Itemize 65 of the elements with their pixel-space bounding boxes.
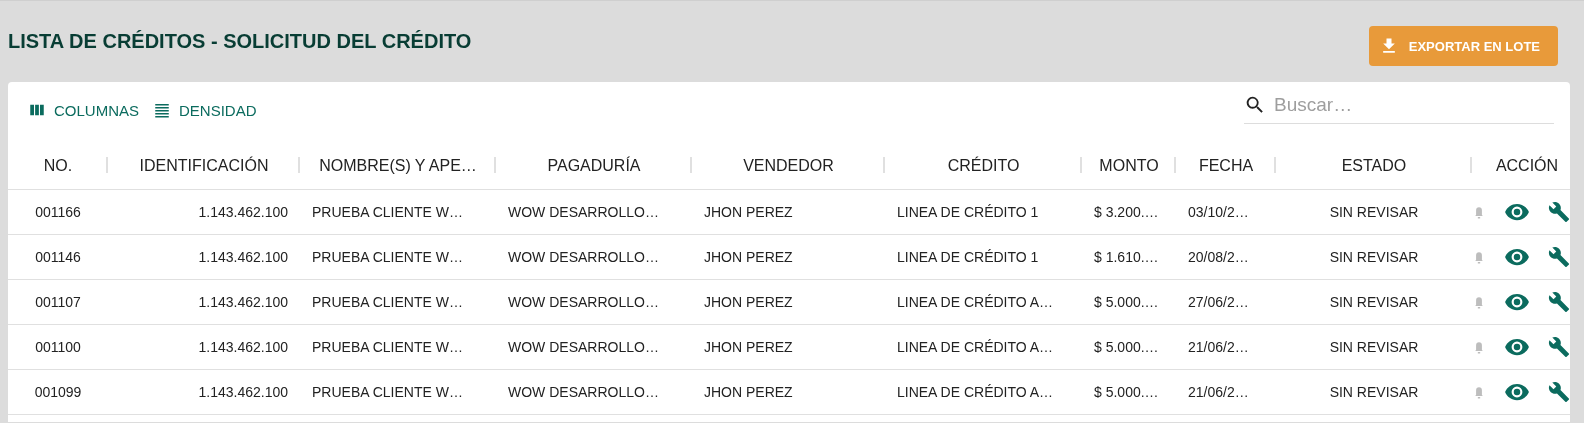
table-cell: LINEA DE CRÉDITO A… — [897, 339, 1054, 355]
table-cell: $ 5.000.… — [1094, 339, 1159, 355]
table-cell: 20/08/2… — [1188, 249, 1249, 265]
table-cell: PRUEBA CLIENTE W… — [312, 249, 463, 265]
density-button[interactable]: DENSIDAD — [149, 99, 261, 121]
table-cell: 27/06/2… — [1188, 294, 1249, 310]
table-cell: WOW DESARROLLO… — [508, 294, 659, 310]
table-cell: PRUEBA CLIENTE W… — [312, 294, 463, 310]
column-header[interactable]: NO. — [43, 156, 73, 175]
wrench-icon[interactable] — [1548, 201, 1570, 223]
table-cell: JHON PEREZ — [704, 294, 793, 310]
density-icon — [153, 101, 171, 119]
wrench-icon[interactable] — [1548, 246, 1570, 268]
table-cell: SIN REVISAR — [1329, 204, 1419, 220]
table-cell: LINEA DE CRÉDITO A… — [897, 294, 1054, 310]
table-cell: 21/06/2… — [1188, 339, 1249, 355]
wrench-icon[interactable] — [1548, 381, 1570, 403]
column-header[interactable]: FECHA — [1198, 156, 1254, 175]
table-cell: $ 1.610.… — [1094, 249, 1159, 265]
columns-button[interactable]: COLUMNAS — [24, 99, 143, 121]
table-cell: PRUEBA CLIENTE W… — [312, 384, 463, 400]
table-cell: JHON PEREZ — [704, 249, 793, 265]
table-cell: SIN REVISAR — [1329, 249, 1419, 265]
column-header[interactable]: ACCIÓN — [1495, 156, 1559, 175]
table-cell: 001100 — [35, 339, 81, 355]
table-cell: WOW DESARROLLO… — [508, 249, 659, 265]
table-cell: JHON PEREZ — [704, 339, 793, 355]
column-header[interactable]: MONTO — [1099, 156, 1159, 175]
column-header[interactable]: NOMBRE(S) Y APE… — [319, 156, 477, 175]
table-cell: SIN REVISAR — [1329, 339, 1419, 355]
table-cell: 1.143.462.100 — [198, 339, 288, 355]
table-cell: JHON PEREZ — [704, 384, 793, 400]
table-cell: LINEA DE CRÉDITO 1 — [897, 249, 1039, 265]
column-header[interactable]: ESTADO — [1341, 156, 1407, 175]
table-cell: 1.143.462.100 — [198, 204, 288, 220]
table-cell: PRUEBA CLIENTE W… — [312, 339, 463, 355]
table-cell: LINEA DE CRÉDITO A… — [897, 384, 1054, 400]
table-cell: 1.143.462.100 — [198, 249, 288, 265]
table-cell: 1.143.462.100 — [198, 294, 288, 310]
table-cell: 001099 — [34, 384, 82, 400]
wrench-icon[interactable] — [1548, 336, 1570, 358]
search-icon — [1244, 94, 1266, 116]
table-cell: PRUEBA CLIENTE W… — [312, 204, 463, 220]
column-header[interactable]: PAGADURÍA — [547, 156, 641, 175]
table-cell: LINEA DE CRÉDITO 1 — [897, 204, 1039, 220]
table-cell: WOW DESARROLLO… — [508, 339, 659, 355]
page-title: LISTA DE CRÉDITOS - SOLICITUD DEL CRÉDITO — [8, 30, 472, 53]
table-cell: 03/10/2… — [1188, 204, 1249, 220]
table-cell: WOW DESARROLLO… — [508, 204, 659, 220]
table-cell: $ 5.000.… — [1094, 294, 1159, 310]
table-cell: 001166 — [35, 204, 81, 220]
table-cell: JHON PEREZ — [704, 204, 793, 220]
table-cell: SIN REVISAR — [1329, 294, 1419, 310]
table-cell: 21/06/2… — [1188, 384, 1249, 400]
table-cell: $ 5.000.… — [1094, 384, 1159, 400]
wrench-icon[interactable] — [1548, 291, 1570, 313]
column-header[interactable]: IDENTIFICACIÓN — [139, 156, 269, 175]
column-header[interactable]: CRÉDITO — [947, 156, 1020, 175]
table-cell: 001146 — [35, 249, 81, 265]
column-header[interactable]: VENDEDOR — [743, 156, 834, 175]
table-cell: WOW DESARROLLO… — [508, 384, 659, 400]
table-cell: $ 3.200.… — [1094, 204, 1159, 220]
table-cell: 1.143.462.100 — [198, 384, 288, 400]
table-cell: SIN REVISAR — [1329, 384, 1419, 400]
table-cell: 001107 — [35, 294, 81, 310]
